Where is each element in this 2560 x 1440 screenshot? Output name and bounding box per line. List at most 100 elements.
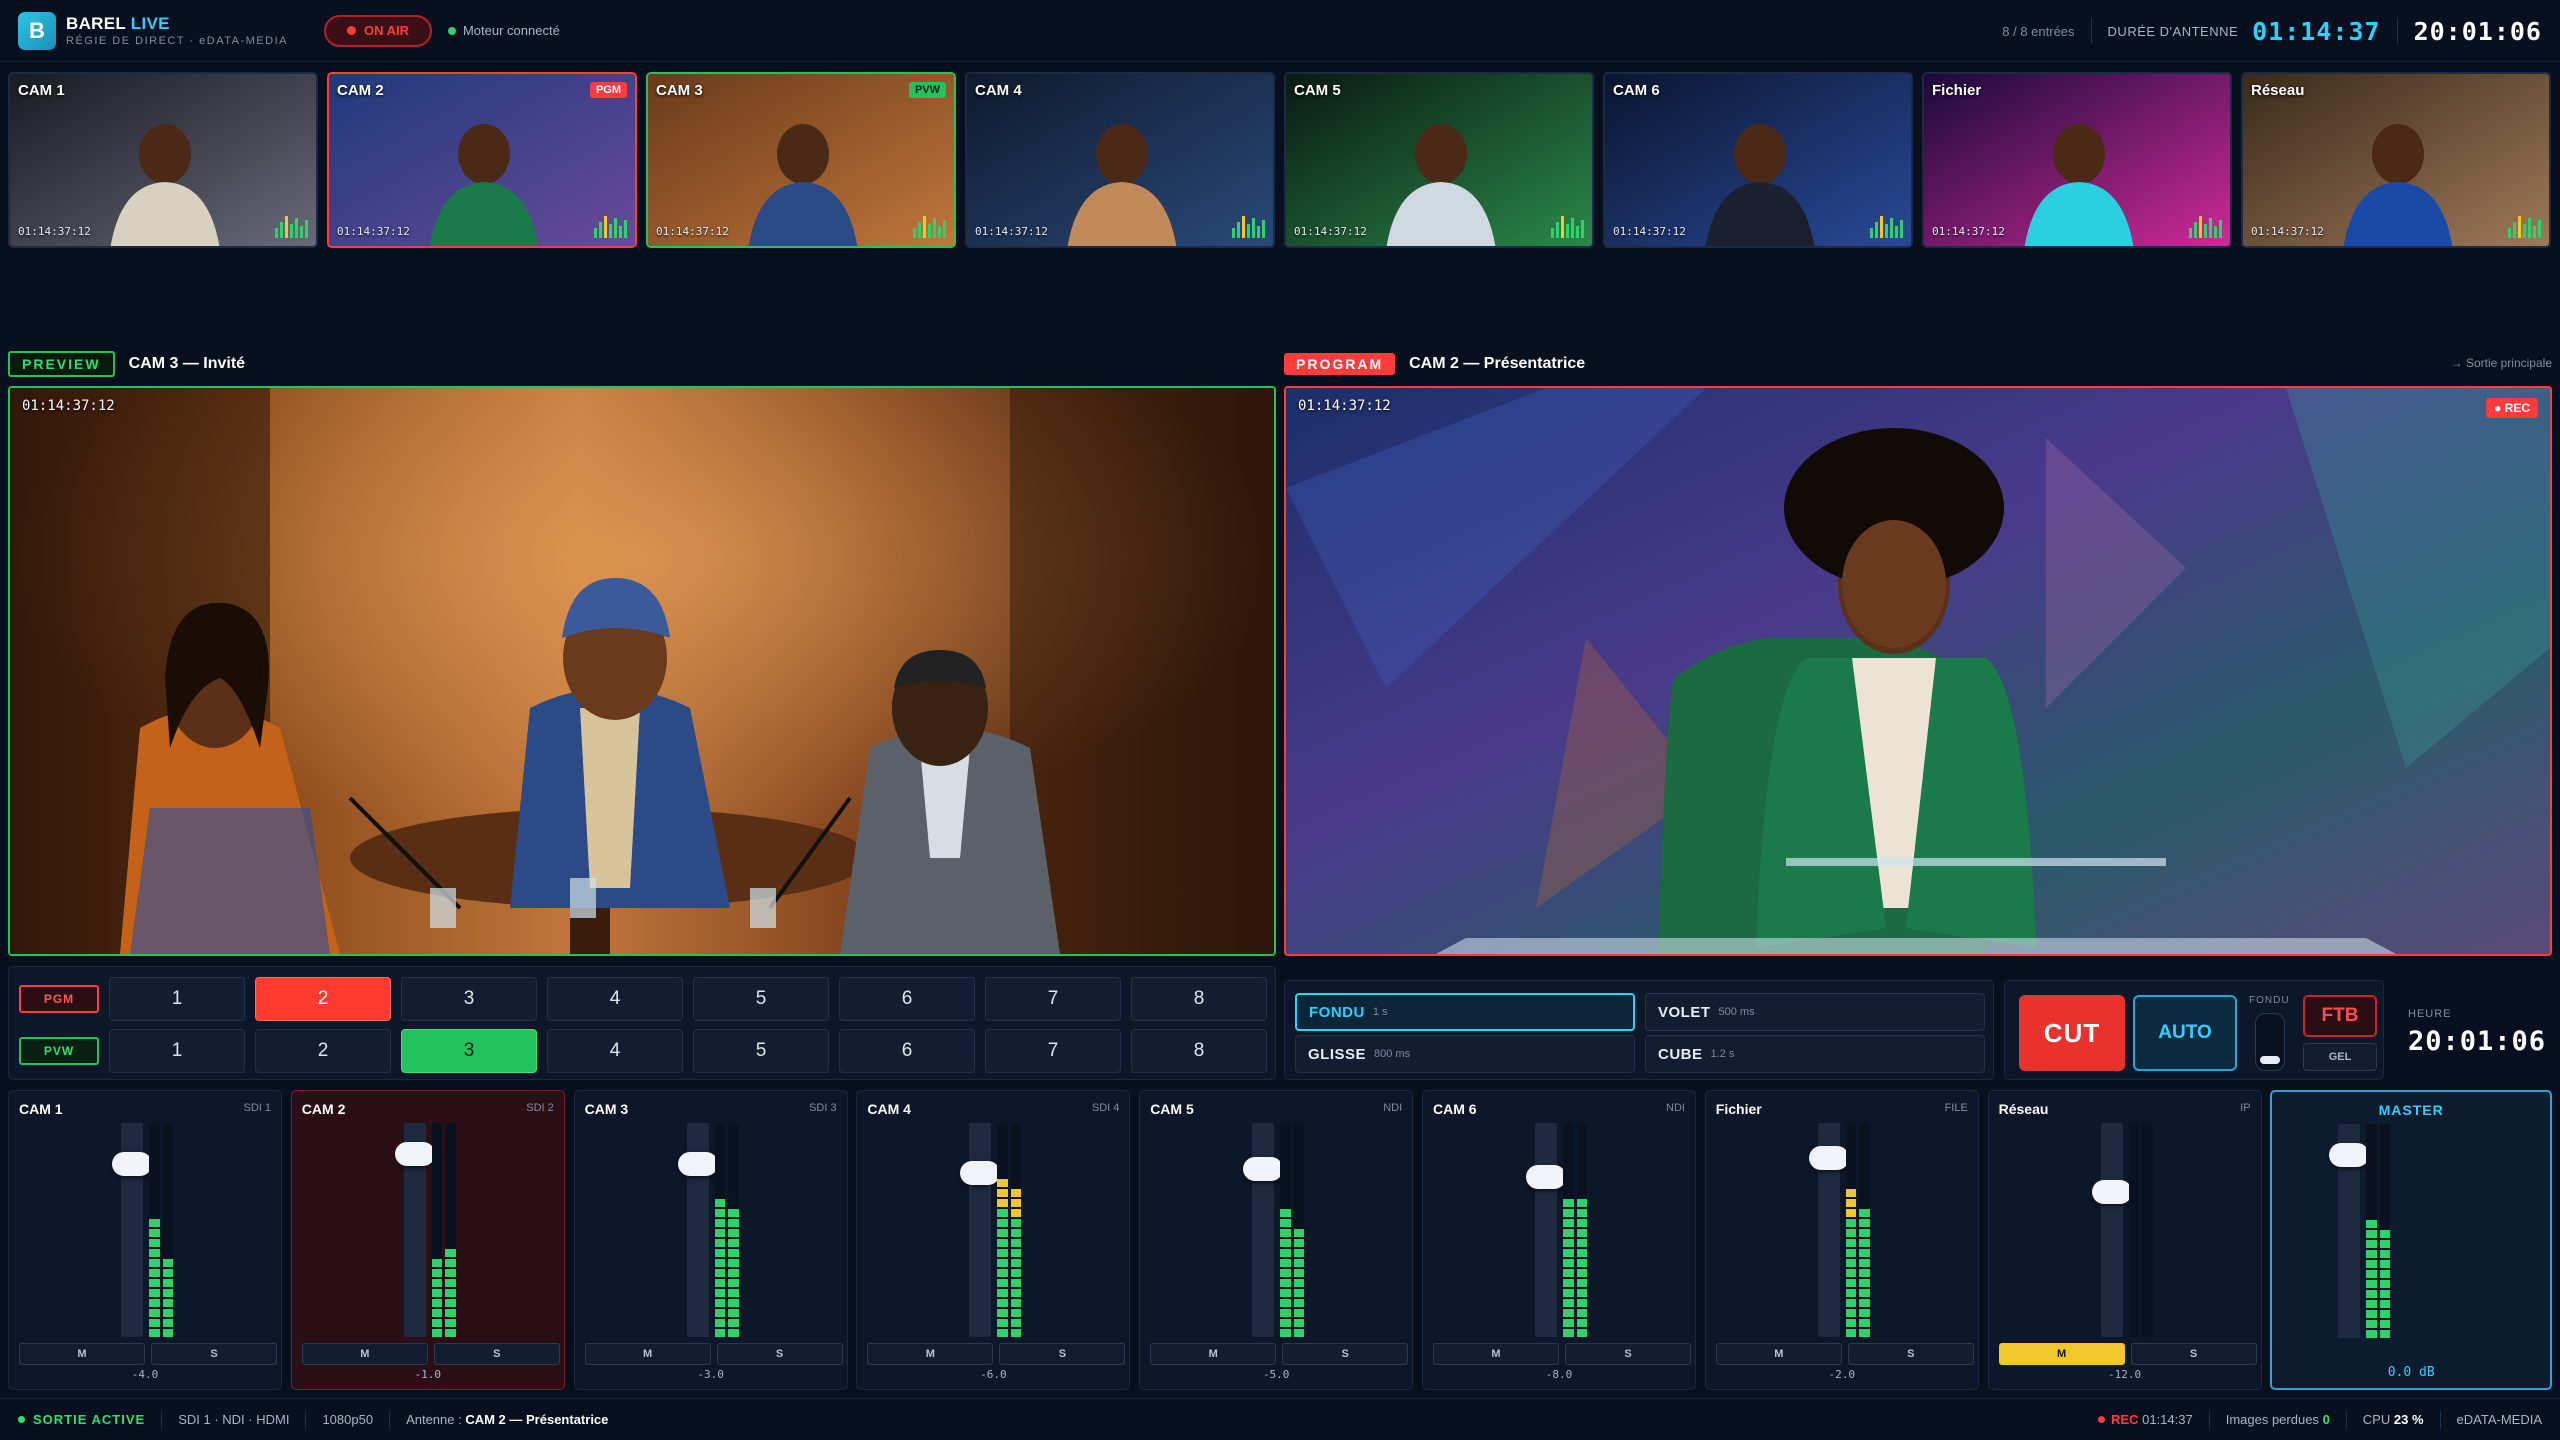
app-logo: B [18, 11, 56, 50]
source-tile[interactable]: CAM 1 01:14:37:12 [8, 72, 318, 248]
source-tile[interactable]: CAM 2 PGM 01:14:37:12 [327, 72, 637, 248]
mute-button[interactable]: M [19, 1343, 145, 1365]
source-name: Réseau [2251, 82, 2305, 99]
program-bus-button-6[interactable]: 6 [839, 977, 975, 1021]
source-audio-meter [1551, 214, 1584, 238]
fader-knob[interactable] [1808, 1146, 1849, 1170]
solo-button[interactable]: S [151, 1343, 277, 1365]
preview-bus-button-2[interactable]: 2 [255, 1029, 391, 1073]
channel-type: SDI 1 [243, 1102, 271, 1114]
transition-slide-button[interactable]: GLISSE 800 ms [1295, 1035, 1635, 1073]
channel-fader[interactable] [960, 1123, 1001, 1337]
solo-button[interactable]: S [999, 1343, 1126, 1365]
preview-bus-button-6[interactable]: 6 [839, 1029, 975, 1073]
transition-fade-button[interactable]: FONDU 1 s [1295, 993, 1635, 1031]
entries-count: 8 / 8 entrées [2002, 23, 2075, 39]
program-timecode: 01:14:37:12 [1298, 398, 1391, 414]
auto-button[interactable]: AUTO [2133, 995, 2237, 1071]
program-bus-button-7[interactable]: 7 [985, 977, 1121, 1021]
mute-button[interactable]: M [1715, 1343, 1842, 1365]
channel-fader[interactable] [677, 1123, 718, 1337]
source-tile[interactable]: CAM 6 01:14:37:12 [1603, 72, 1913, 248]
solo-button[interactable]: S [1565, 1343, 1691, 1365]
cut-button[interactable]: CUT [2019, 995, 2125, 1071]
fader-knob[interactable] [394, 1142, 435, 1166]
program-monitor[interactable]: 01:14:37:12 ● REC [1284, 386, 2552, 956]
source-tile[interactable]: CAM 4 01:14:37:12 [965, 72, 1275, 248]
program-bus-button-1[interactable]: 1 [109, 977, 245, 1021]
freeze-button[interactable]: GEL [2303, 1043, 2377, 1071]
mute-button[interactable]: M [867, 1343, 994, 1365]
solo-button[interactable]: S [1847, 1343, 1974, 1365]
transition-wipe-button[interactable]: VOLET 500 ms [1645, 993, 1985, 1031]
mute-button[interactable]: M [584, 1343, 711, 1365]
source-timecode: 01:14:37:12 [2251, 225, 2324, 238]
fader-knob[interactable] [112, 1152, 152, 1176]
output-active: SORTIE ACTIVE [18, 1412, 145, 1427]
transition-cube-button[interactable]: CUBE 1.2 s [1645, 1035, 1985, 1073]
channel-fader[interactable] [2091, 1123, 2132, 1337]
channel-fader[interactable] [112, 1123, 152, 1337]
channel-fader[interactable] [2329, 1124, 2370, 1338]
source-timecode: 01:14:37:12 [1932, 225, 2005, 238]
channel-fader[interactable] [394, 1123, 435, 1337]
source-tile[interactable]: Réseau 01:14:37:12 [2241, 72, 2551, 248]
program-bus-button-8[interactable]: 8 [1131, 977, 1267, 1021]
preview-bus-button-8[interactable]: 8 [1131, 1029, 1267, 1073]
audio-channel: CAM 4 SDI 4 M S -6.0 [856, 1090, 1131, 1390]
preview-bus-button-3[interactable]: 3 [401, 1029, 537, 1073]
fader-knob[interactable] [960, 1161, 1001, 1185]
transition-label: GLISSE [1308, 1045, 1367, 1063]
mute-button[interactable]: M [1998, 1343, 2125, 1365]
preview-bus-button-4[interactable]: 4 [547, 1029, 683, 1073]
channel-name: CAM 2 [301, 1101, 346, 1117]
fader-knob[interactable] [2329, 1143, 2370, 1167]
channel-fader[interactable] [1526, 1123, 1566, 1337]
channel-type: FILE [1944, 1102, 1968, 1114]
source-name: CAM 5 [1294, 82, 1341, 99]
solo-button[interactable]: S [716, 1343, 843, 1365]
source-tile[interactable]: CAM 5 01:14:37:12 [1284, 72, 1594, 248]
solo-button[interactable]: S [2130, 1343, 2257, 1365]
preview-monitor[interactable]: 01:14:37:12 [8, 386, 1276, 956]
channel-fader[interactable] [1808, 1123, 1849, 1337]
source-audio-meter [2189, 214, 2222, 238]
preview-badge: PREVIEW [8, 351, 115, 377]
source-thumbnail [2243, 74, 2549, 246]
preview-scene-image [10, 388, 1274, 954]
mute-button[interactable]: M [1433, 1343, 1559, 1365]
fader-knob[interactable] [1526, 1165, 1566, 1189]
fader-knob[interactable] [677, 1152, 718, 1176]
mute-button[interactable]: M [1150, 1343, 1277, 1365]
source-tile[interactable]: CAM 3 PVW 01:14:37:12 [646, 72, 956, 248]
output-dot-icon [18, 1416, 25, 1423]
antenna-value: CAM 2 — Présentatrice [465, 1412, 609, 1427]
source-tile[interactable]: Fichier 01:14:37:12 [1922, 72, 2232, 248]
on-air-indicator[interactable]: ON AIR [323, 14, 432, 47]
preview-bus-button-5[interactable]: 5 [693, 1029, 829, 1073]
program-bus-button-3[interactable]: 3 [401, 977, 537, 1021]
channel-level-meter [2128, 1123, 2153, 1337]
channel-type: SDI 2 [526, 1102, 554, 1114]
program-bus-button-4[interactable]: 4 [547, 977, 683, 1021]
preview-bus-button-7[interactable]: 7 [985, 1029, 1121, 1073]
source-timecode: 01:14:37:12 [1613, 225, 1686, 238]
preview-bus-button-1[interactable]: 1 [109, 1029, 245, 1073]
t-bar-handle[interactable] [2260, 1056, 2280, 1064]
on-air-label: ON AIR [363, 22, 409, 38]
transition-duration: 1.2 s [1710, 1048, 1735, 1060]
channel-fader[interactable] [1243, 1123, 1284, 1337]
solo-button[interactable]: S [433, 1343, 560, 1365]
program-bus-button-2[interactable]: 2 [255, 977, 391, 1021]
source-tag: PGM [589, 82, 627, 98]
audio-channel: Réseau IP M S -12.0 [1987, 1090, 2262, 1390]
program-bus-button-5[interactable]: 5 [693, 977, 829, 1021]
fader-knob[interactable] [1243, 1157, 1284, 1181]
source-audio-meter [594, 214, 627, 238]
fade-to-black-button[interactable]: FTB [2303, 995, 2377, 1037]
fader-knob[interactable] [2091, 1180, 2132, 1204]
rec-label: REC [2111, 1412, 2139, 1427]
solo-button[interactable]: S [1282, 1343, 1409, 1365]
t-bar[interactable] [2255, 1013, 2285, 1071]
mute-button[interactable]: M [301, 1343, 428, 1365]
